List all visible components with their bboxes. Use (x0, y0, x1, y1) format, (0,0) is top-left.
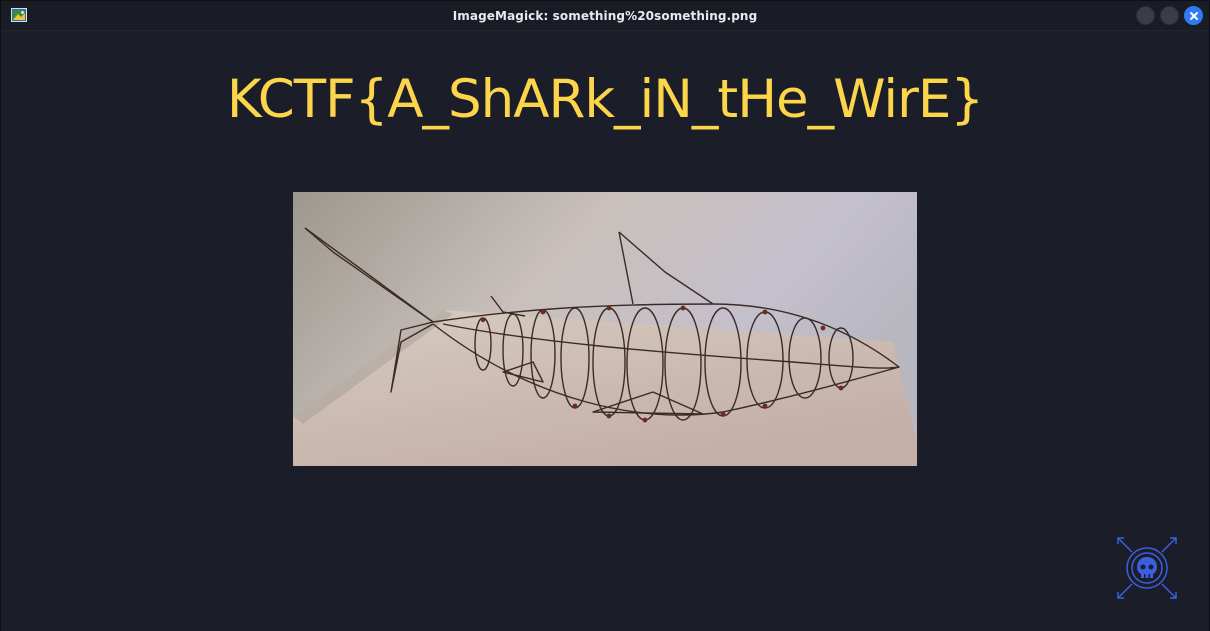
wire-shark-sculpture (293, 192, 917, 466)
window-title: ImageMagick: something%20something.png (452, 8, 758, 23)
close-icon (1189, 11, 1198, 20)
maximize-button[interactable] (1160, 6, 1179, 25)
window-controls (1136, 6, 1203, 25)
image-canvas: KCTF{A_ShARk_iN_tHe_WirE} (1, 31, 1209, 631)
close-button[interactable] (1184, 6, 1203, 25)
shark-photo (293, 192, 917, 466)
flag-text: KCTF{A_ShARk_iN_tHe_WirE} (226, 69, 984, 130)
skull-logo-icon (1117, 537, 1177, 599)
minimize-button[interactable] (1136, 6, 1155, 25)
imagemagick-icon[interactable] (11, 8, 27, 22)
title-bar[interactable]: ImageMagick: something%20something.png (1, 1, 1209, 31)
imagemagick-window: ImageMagick: something%20something.png K… (0, 0, 1210, 631)
